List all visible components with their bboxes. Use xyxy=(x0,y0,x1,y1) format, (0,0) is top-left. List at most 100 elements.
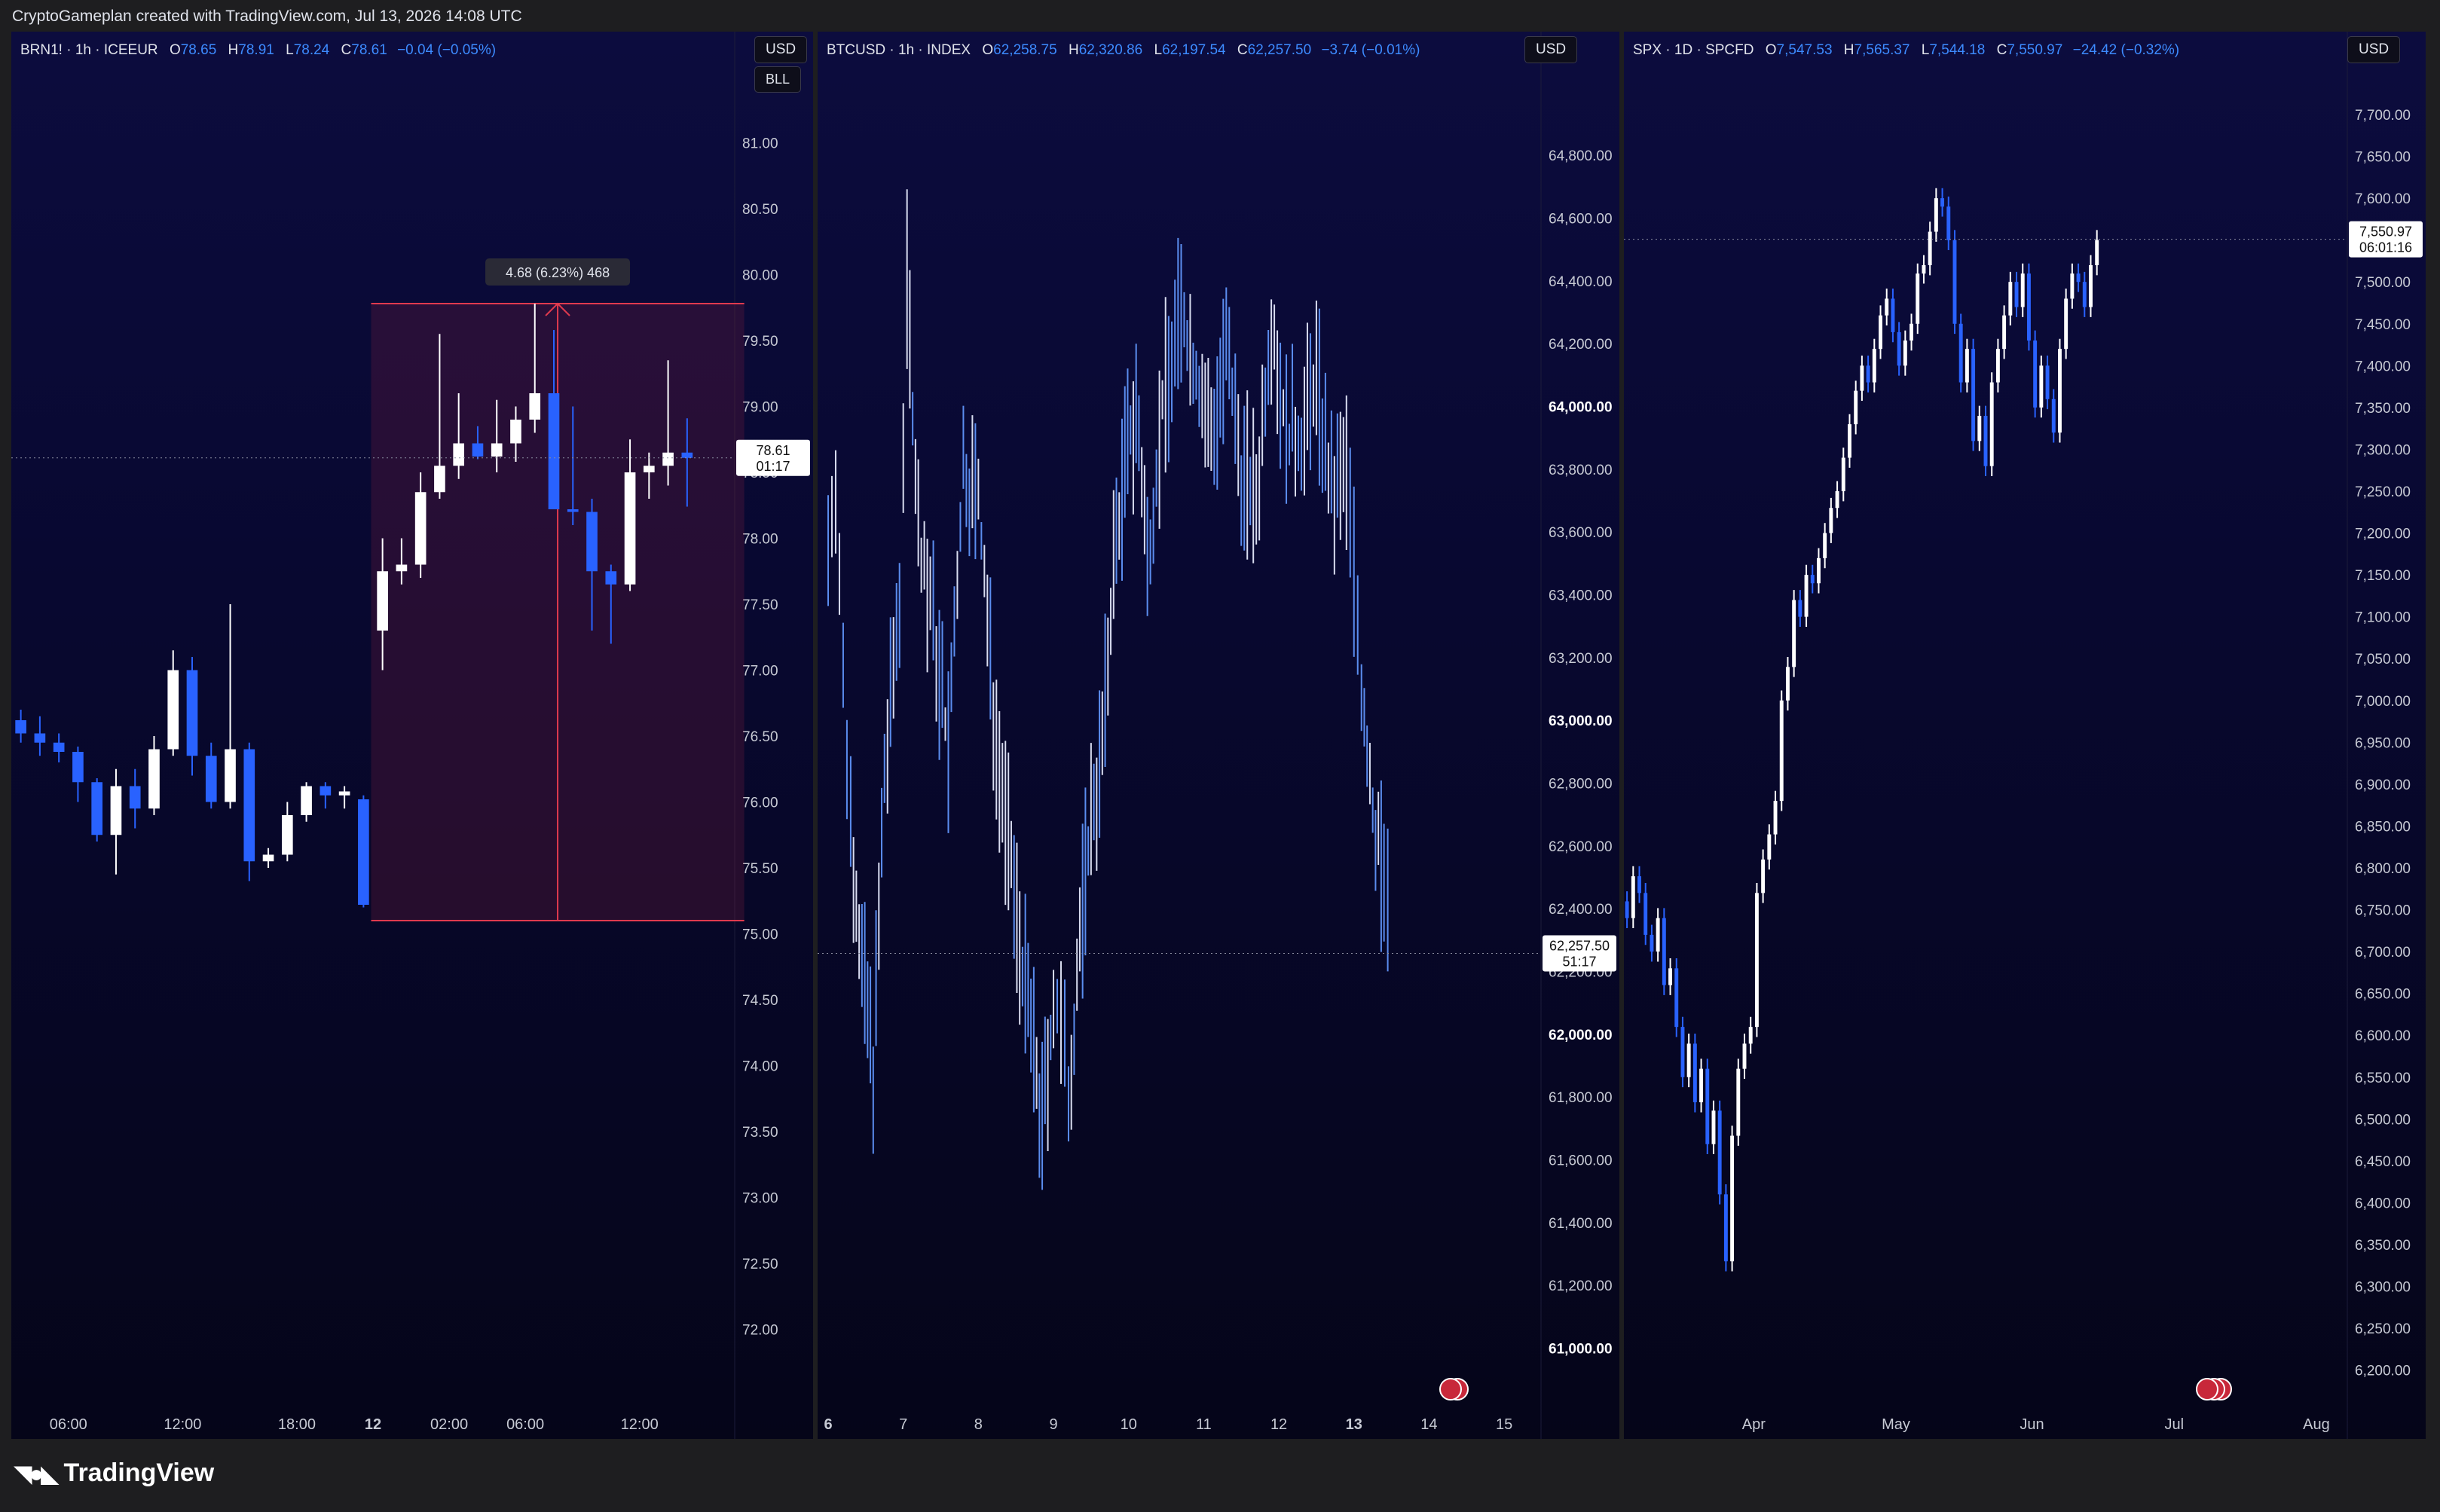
spx-currency-button[interactable]: USD xyxy=(2347,36,2401,63)
spx-candle xyxy=(1792,600,1796,667)
brn-candle xyxy=(643,466,655,472)
brn-unit-button[interactable]: BLL xyxy=(754,66,802,93)
brn-candle xyxy=(491,443,503,457)
btc-y-tick-label: 63,800.00 xyxy=(1549,463,1613,478)
brn-x-tick-label: 02:00 xyxy=(430,1416,468,1433)
brn-candle xyxy=(281,815,293,855)
spx-chart-canvas[interactable]: 6,200.00 6,250.00 6,300.00 6,350.00 6,400.00… xyxy=(1624,32,2426,1439)
spx-high-label: H xyxy=(1843,42,1854,58)
spx-x-tick-label: Jul xyxy=(2164,1416,2184,1433)
brn-x-tick-label: 12:00 xyxy=(164,1416,201,1433)
brn-y-tick-label: 77.50 xyxy=(742,597,778,613)
spx-candle xyxy=(1891,298,1895,332)
spx-candle xyxy=(1971,349,1976,441)
btc-y-tick-label: 62,400.00 xyxy=(1549,902,1613,918)
brn-y-tick-label: 81.00 xyxy=(742,136,778,152)
spx-low: 7,544.18 xyxy=(1929,42,1986,58)
brn-chart-panel[interactable]: 72.00 72.50 73.00 73.50 74.00 74.50 75.00 75.50… xyxy=(11,32,813,1439)
brn-candle xyxy=(338,791,350,796)
brn-y-tick-label: 72.00 xyxy=(742,1323,778,1339)
brn-candle xyxy=(53,742,65,752)
spx-candle xyxy=(1625,901,1629,918)
spx-candle xyxy=(1699,1068,1704,1103)
btc-close: 62,257.50 xyxy=(1247,42,1312,58)
spx-y-tick-label: 7,050.00 xyxy=(2355,652,2411,667)
spx-candle xyxy=(2026,273,2031,341)
brn-candle xyxy=(434,466,445,493)
btc-y-tick-label: 61,800.00 xyxy=(1549,1090,1613,1106)
brn-currency-button[interactable]: USD xyxy=(754,36,808,63)
brn-y-tick-label: 76.50 xyxy=(742,729,778,745)
btc-event-flag-icon xyxy=(1439,1378,1462,1401)
btc-x-tick-label: 9 xyxy=(1049,1416,1057,1433)
btc-chart-panel[interactable]: 61,000.00 61,200.00 61,400.00 61,600.00 61,8… xyxy=(818,32,1619,1439)
spx-candle xyxy=(1650,934,1654,952)
brn-chart-canvas[interactable]: 72.00 72.50 73.00 73.50 74.00 74.50 75.00 75.50… xyxy=(11,32,813,1439)
spx-candle xyxy=(2095,240,2099,265)
brn-candle xyxy=(72,752,84,783)
btc-close-label: C xyxy=(1237,42,1248,58)
spx-candle xyxy=(1823,533,1827,558)
spx-y-tick-label: 6,950.00 xyxy=(2355,735,2411,751)
spx-candle xyxy=(1928,231,1932,265)
btc-high: 62,320.86 xyxy=(1078,42,1143,58)
btc-chart-canvas[interactable]: 61,000.00 61,200.00 61,400.00 61,600.00 61,8… xyxy=(818,32,1619,1439)
brn-x-tick-label: 12 xyxy=(365,1416,381,1433)
spx-candle xyxy=(2033,341,2038,408)
spx-candle xyxy=(1656,918,1660,952)
spx-candle xyxy=(1785,667,1790,701)
btc-currency-button[interactable]: USD xyxy=(1524,36,1578,63)
btc-y-tick-label: 64,200.00 xyxy=(1549,337,1613,353)
spx-y-tick-label: 7,500.00 xyxy=(2355,275,2411,291)
spx-candle xyxy=(1779,700,1784,802)
brn-open: 78.65 xyxy=(180,42,217,58)
brn-candle xyxy=(110,786,122,835)
brn-last-price-label: 78.61 xyxy=(756,443,790,458)
spx-candle xyxy=(1662,918,1666,985)
spx-candle xyxy=(1736,1068,1741,1136)
spx-candle xyxy=(1754,893,1759,1028)
brn-candle xyxy=(605,571,617,585)
brn-candle xyxy=(320,786,332,796)
brn-candle xyxy=(567,509,579,512)
brn-x-tick-label: 06:00 xyxy=(50,1416,87,1433)
spx-candle xyxy=(1940,198,1945,207)
spx-close: 7,550.97 xyxy=(2007,42,2063,58)
spx-y-tick-label: 6,300.00 xyxy=(2355,1280,2411,1296)
spx-y-tick-label: 7,100.00 xyxy=(2355,610,2411,626)
tradingview-logo-icon: ◥●◣ xyxy=(14,1459,60,1487)
chart-credit: CryptoGameplan created with TradingView.… xyxy=(12,8,522,25)
spx-candle xyxy=(2020,273,2025,307)
btc-ohlc-legend: BTCUSD · 1h · INDEX O62,258.75 H62,320.8… xyxy=(827,42,1420,59)
brn-open-label: O xyxy=(169,42,181,58)
spx-countdown-label: 06:01:16 xyxy=(2359,240,2412,255)
spx-candle xyxy=(1854,390,1858,425)
brn-y-tick-label: 74.50 xyxy=(742,993,778,1009)
brn-candle xyxy=(662,452,674,466)
brn-candle xyxy=(205,756,217,802)
spx-y-tick-label: 6,500.00 xyxy=(2355,1112,2411,1128)
btc-y-tick-label: 61,600.00 xyxy=(1549,1153,1613,1169)
btc-y-tick-label: 63,200.00 xyxy=(1549,651,1613,667)
spx-y-tick-label: 7,700.00 xyxy=(2355,108,2411,124)
btc-y-tick-label: 64,400.00 xyxy=(1549,274,1613,290)
btc-x-tick-label: 15 xyxy=(1496,1416,1512,1433)
spx-chart-panel[interactable]: 6,200.00 6,250.00 6,300.00 6,350.00 6,400.00… xyxy=(1624,32,2426,1439)
spx-candle xyxy=(1995,349,2000,383)
tradingview-logo[interactable]: ◥●◣ TradingView xyxy=(14,1459,214,1488)
spx-y-tick-label: 6,900.00 xyxy=(2355,777,2411,793)
brn-candle xyxy=(167,670,179,750)
spx-candle xyxy=(1965,349,1969,383)
brn-y-tick-label: 77.00 xyxy=(742,664,778,680)
btc-y-tick-label: 63,600.00 xyxy=(1549,525,1613,541)
spx-candle xyxy=(1946,206,1951,240)
btc-last-price-label: 62,257.50 xyxy=(1549,939,1610,954)
btc-x-tick-label: 8 xyxy=(974,1416,983,1433)
spx-candle xyxy=(1742,1043,1747,1069)
spx-candle xyxy=(2082,282,2087,307)
btc-y-tick-label: 64,800.00 xyxy=(1549,148,1613,164)
spx-candle xyxy=(1952,240,1957,324)
spx-candle xyxy=(1637,876,1641,893)
brn-high-label: H xyxy=(228,42,239,58)
btc-y-tick-label: 62,600.00 xyxy=(1549,839,1613,855)
